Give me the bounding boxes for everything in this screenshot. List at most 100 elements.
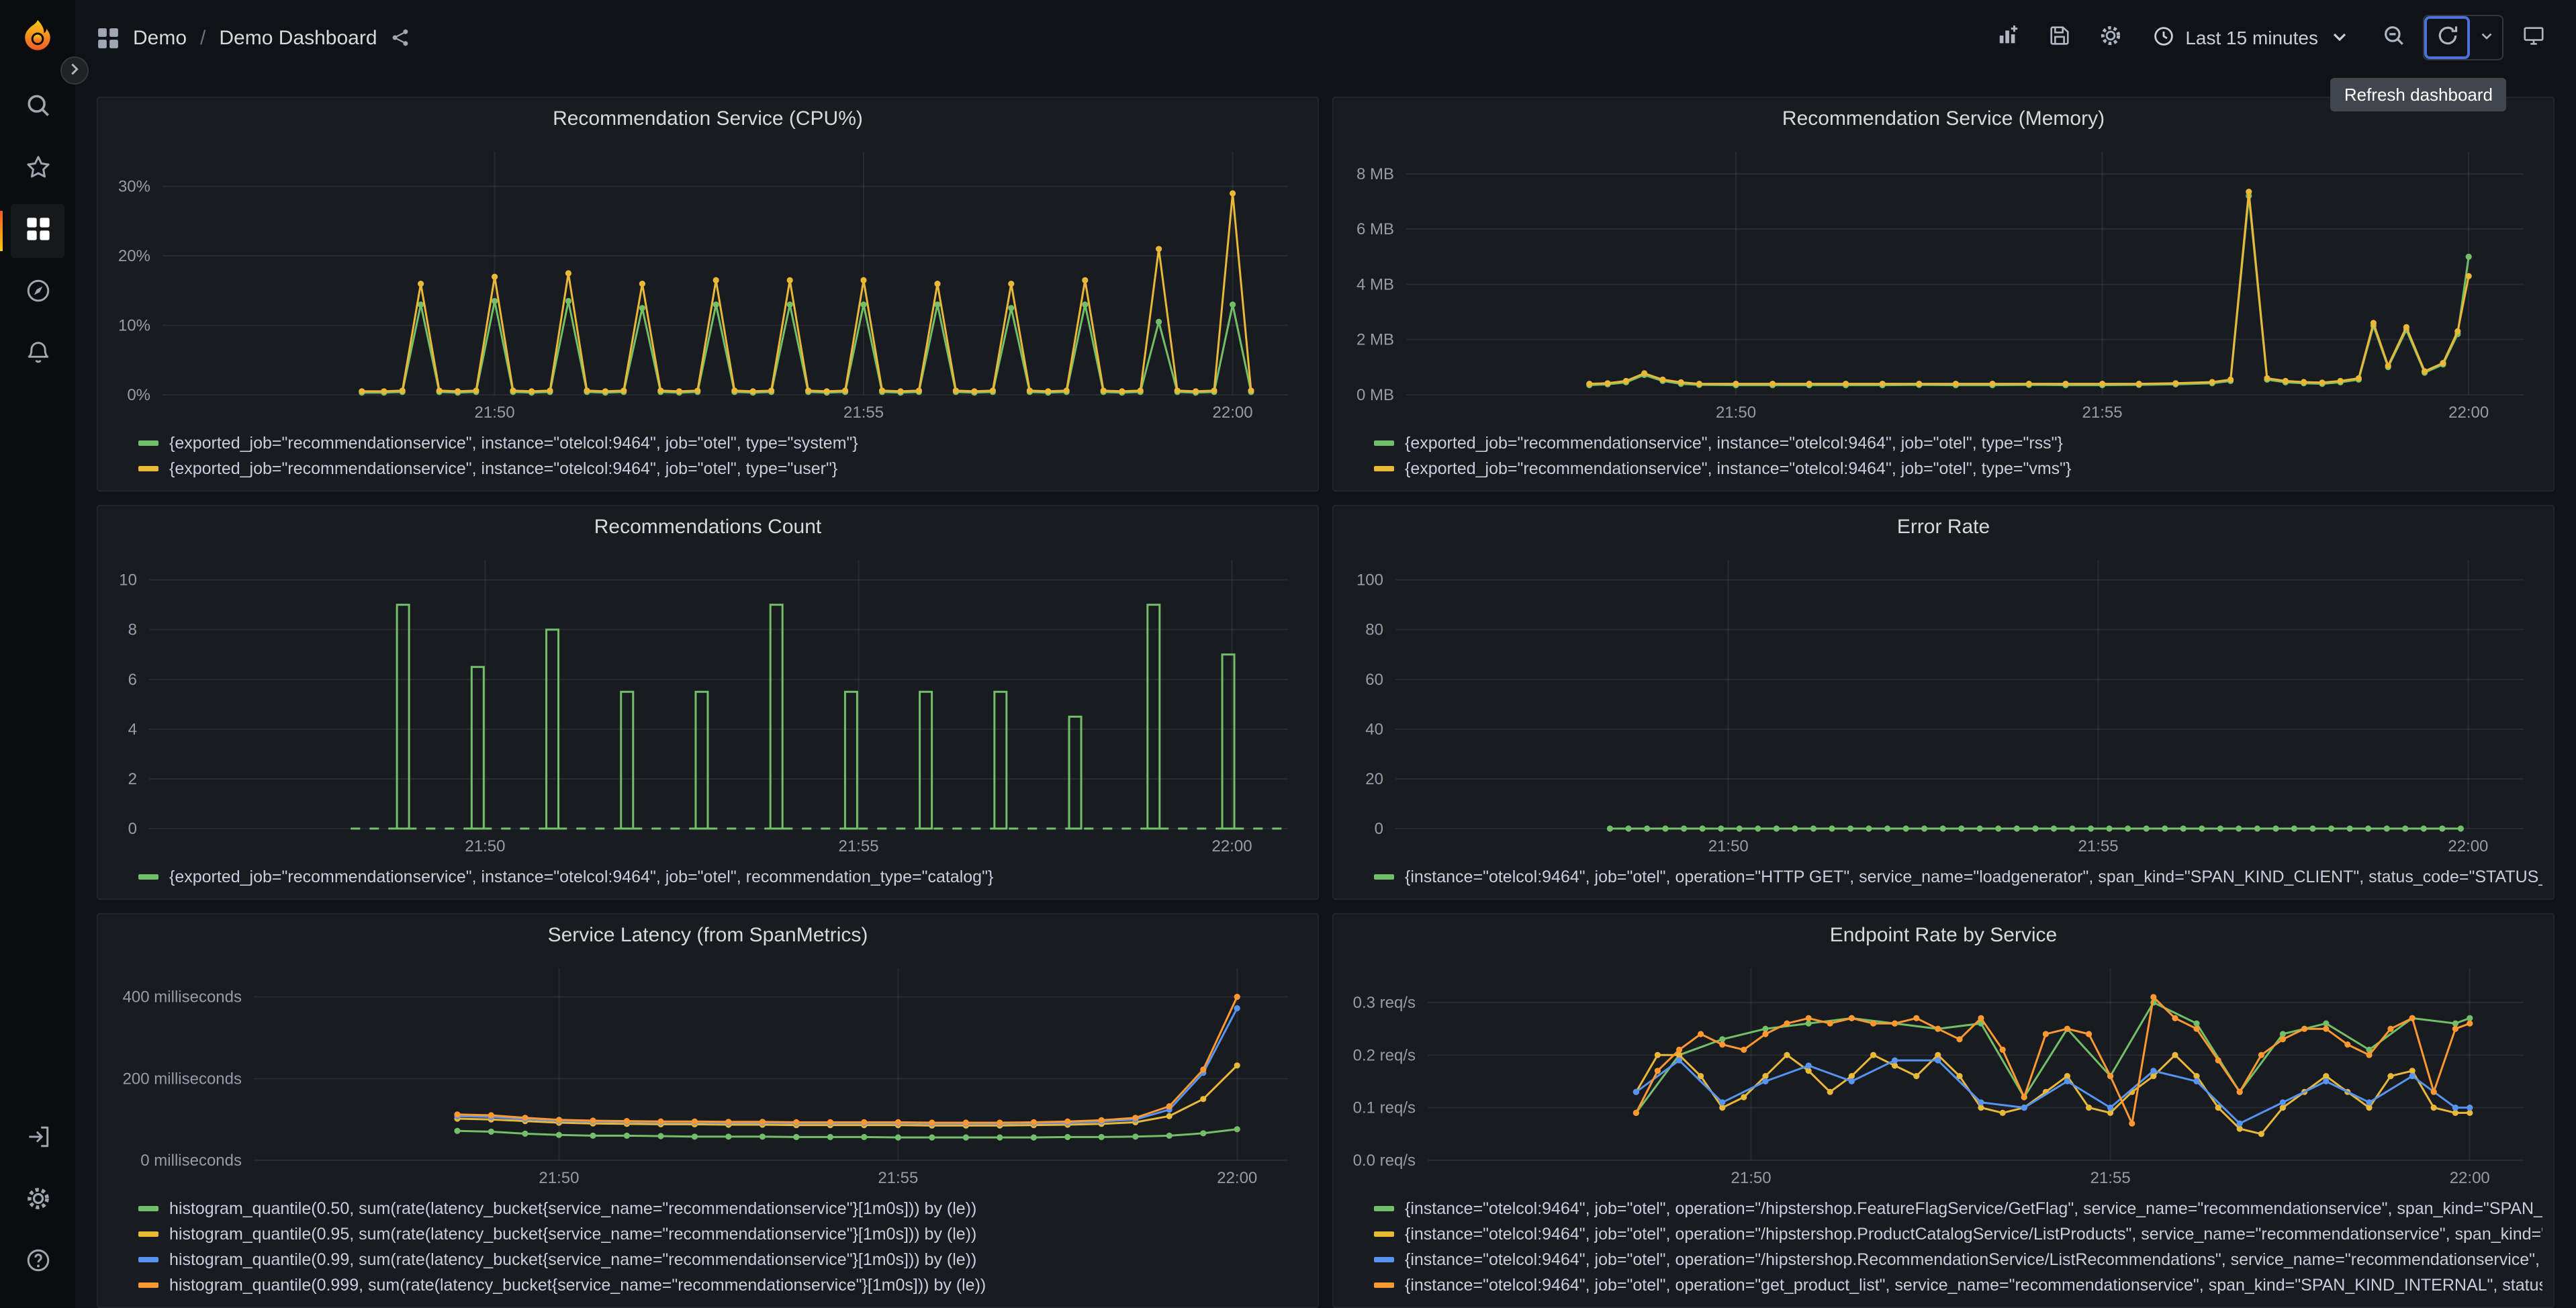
legend-swatch (138, 465, 158, 471)
legend-swatch (138, 1256, 158, 1262)
svg-text:21:50: 21:50 (1708, 837, 1749, 855)
legend-item[interactable]: histogram_quantile(0.999, sum(rate(laten… (138, 1273, 1307, 1296)
sidebar-item-sign-in[interactable] (11, 1112, 64, 1166)
panel-legend: {instance="otelcol:9464", job="otel", op… (1334, 1193, 2553, 1307)
svg-text:4: 4 (128, 720, 137, 739)
svg-text:21:50: 21:50 (475, 404, 515, 422)
legend-swatch (1374, 1256, 1394, 1262)
svg-text:20%: 20% (118, 247, 150, 265)
time-series-chart[interactable]: 0% 10% 20% 30% 21:50 21:55 22:00 (109, 138, 1307, 427)
legend-label: histogram_quantile(0.95, sum(rate(latenc… (169, 1224, 977, 1243)
refresh-button[interactable] (2424, 16, 2470, 59)
svg-text:4 MB: 4 MB (1356, 275, 1394, 293)
time-series-chart[interactable]: 0 20 40 60 80 100 21:50 21:55 22:00 (1344, 547, 2542, 861)
refresh-button-group (2423, 15, 2503, 60)
add-panel-button[interactable] (1986, 16, 2029, 59)
panel-recommendation-memory: Recommendation Service (Memory) 0 MB 2 MB… (1332, 97, 2555, 492)
legend-swatch (138, 1205, 158, 1211)
clock-icon (2153, 25, 2174, 50)
svg-text:8: 8 (128, 621, 137, 639)
legend-label: histogram_quantile(0.999, sum(rate(laten… (169, 1275, 986, 1294)
legend-item[interactable]: histogram_quantile(0.99, sum(rate(latenc… (138, 1248, 1307, 1270)
chevron-right-icon (67, 60, 82, 81)
sidebar-item-starred[interactable] (11, 142, 64, 196)
time-series-chart[interactable]: 0.0 req/s 0.1 req/s 0.2 req/s 0.3 req/s 21:5… (1344, 955, 2542, 1193)
legend-item[interactable]: {exported_job="recommendationservice", i… (138, 457, 1307, 479)
svg-text:0.0 req/s: 0.0 req/s (1353, 1152, 1416, 1170)
refresh-tooltip: Refresh dashboard (2330, 78, 2506, 111)
grafana-logo[interactable] (9, 11, 66, 64)
panel-title[interactable]: Recommendation Service (CPU%) (98, 98, 1318, 138)
legend-item[interactable]: {instance="otelcol:9464", job="otel", op… (1374, 1222, 2542, 1245)
legend-label: {instance="otelcol:9464", job="otel", op… (1405, 1199, 2542, 1217)
breadcrumb-dashboard[interactable]: Demo Dashboard (219, 26, 377, 49)
save-dashboard-button[interactable] (2037, 16, 2080, 59)
zoom-out-button[interactable] (2372, 16, 2415, 59)
sidebar-item-explore[interactable] (11, 266, 64, 320)
sidebar-item-search[interactable] (11, 81, 64, 134)
svg-text:0 MB: 0 MB (1356, 386, 1394, 404)
sidebar-item-help[interactable] (11, 1235, 64, 1289)
legend-item[interactable]: histogram_quantile(0.95, sum(rate(latenc… (138, 1222, 1307, 1245)
time-range-picker[interactable]: Last 15 minutes (2140, 16, 2364, 59)
legend-swatch (1374, 465, 1394, 471)
svg-text:0.3 req/s: 0.3 req/s (1353, 994, 1416, 1012)
legend-swatch (138, 1231, 158, 1236)
panel-title[interactable]: Error Rate (1334, 506, 2553, 547)
time-series-chart[interactable]: 0 milliseconds 200 milliseconds 400 millis… (109, 955, 1307, 1193)
panel-title[interactable]: Recommendations Count (98, 506, 1318, 547)
legend-item[interactable]: {exported_job="recommendationservice", i… (138, 865, 1307, 888)
legend-label: histogram_quantile(0.50, sum(rate(latenc… (169, 1199, 977, 1217)
svg-text:21:55: 21:55 (878, 1169, 918, 1187)
svg-text:10%: 10% (118, 317, 150, 335)
svg-text:0 milliseconds: 0 milliseconds (140, 1152, 242, 1170)
legend-label: {exported_job="recommendationservice", i… (169, 433, 858, 452)
dashboards-grid-icon (25, 216, 50, 246)
legend-item[interactable]: {instance="otelcol:9464", job="otel", op… (1374, 1273, 2542, 1296)
sidebar-expand-button[interactable] (60, 56, 89, 85)
svg-text:22:00: 22:00 (1212, 837, 1252, 855)
svg-text:200 milliseconds: 200 milliseconds (123, 1070, 242, 1088)
legend-item[interactable]: {instance="otelcol:9464", job="otel", op… (1374, 1248, 2542, 1270)
time-series-chart[interactable]: 0 2 4 6 8 10 21:50 21:55 22:00 (109, 547, 1307, 861)
time-series-chart[interactable]: 0 MB 2 MB 4 MB 6 MB 8 MB 21:50 21:55 22:00 (1344, 138, 2542, 427)
breadcrumb-section[interactable]: Demo (133, 26, 187, 49)
dashboard-grid: Recommendation Service (CPU%) 0% 10% 20% 30… (75, 75, 2576, 1308)
svg-text:21:50: 21:50 (465, 837, 505, 855)
legend-swatch (1374, 1205, 1394, 1211)
legend-item[interactable]: histogram_quantile(0.50, sum(rate(latenc… (138, 1197, 1307, 1219)
sidebar-item-configuration[interactable] (11, 1174, 64, 1227)
panel-title[interactable]: Endpoint Rate by Service (1334, 915, 2553, 955)
refresh-interval-dropdown[interactable] (2470, 16, 2502, 59)
main-area: Demo / Demo Dashboard Last 15 minutes Re… (75, 0, 2576, 1308)
share-dashboard-button[interactable] (391, 28, 410, 47)
svg-text:0: 0 (1375, 820, 1383, 838)
svg-text:21:55: 21:55 (843, 404, 884, 422)
panel-title[interactable]: Service Latency (from SpanMetrics) (98, 915, 1318, 955)
legend-item[interactable]: {exported_job="recommendationservice", i… (1374, 457, 2542, 479)
svg-text:21:55: 21:55 (2090, 1169, 2131, 1187)
svg-text:22:00: 22:00 (2450, 1169, 2490, 1187)
svg-text:22:00: 22:00 (1217, 1169, 1257, 1187)
sidebar-item-alerting[interactable] (11, 328, 64, 381)
monitor-icon (2522, 24, 2544, 51)
save-icon (2048, 24, 2070, 51)
sidebar-item-dashboards[interactable] (0, 204, 64, 258)
legend-item[interactable]: {instance="otelcol:9464", job="otel", op… (1374, 865, 2542, 888)
question-circle-icon (25, 1248, 50, 1277)
dashboard-settings-button[interactable] (2088, 16, 2131, 59)
panel-legend: histogram_quantile(0.50, sum(rate(latenc… (98, 1193, 1318, 1307)
legend-item[interactable]: {exported_job="recommendationservice", i… (138, 431, 1307, 454)
svg-text:21:50: 21:50 (1731, 1169, 1772, 1187)
cycle-view-button[interactable] (2512, 16, 2555, 59)
svg-text:22:00: 22:00 (2448, 837, 2488, 855)
svg-text:400 milliseconds: 400 milliseconds (123, 988, 242, 1007)
bell-icon (25, 340, 50, 369)
svg-text:6 MB: 6 MB (1356, 220, 1394, 238)
compass-icon (25, 278, 50, 308)
legend-item[interactable]: {exported_job="recommendationservice", i… (1374, 431, 2542, 454)
time-range-label: Last 15 minutes (2185, 27, 2318, 48)
breadcrumb-separator: / (200, 26, 206, 49)
legend-item[interactable]: {instance="otelcol:9464", job="otel", op… (1374, 1197, 2542, 1219)
svg-text:0.2 req/s: 0.2 req/s (1353, 1046, 1416, 1064)
